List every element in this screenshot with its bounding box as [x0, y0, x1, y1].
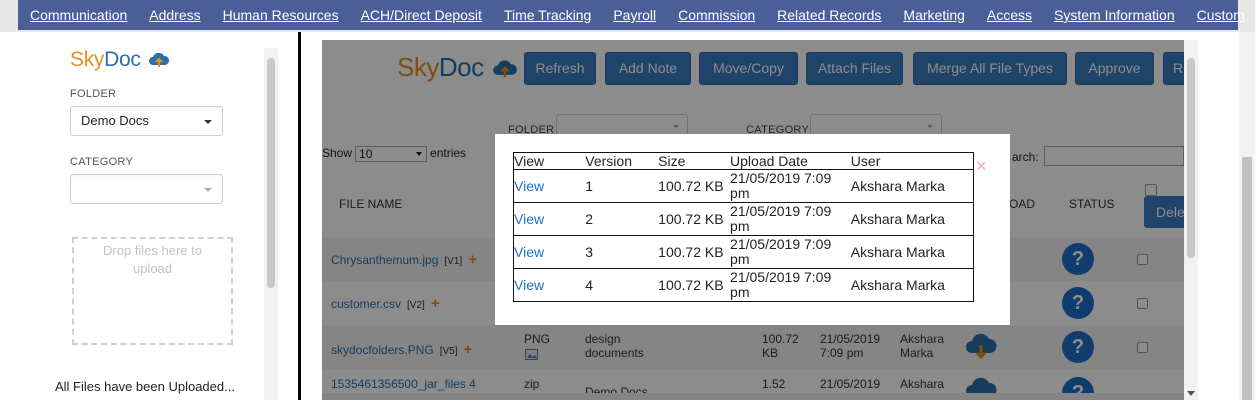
nav-access[interactable]: Access [976, 0, 1043, 30]
nav-system-information[interactable]: System Information [1043, 0, 1186, 30]
version-cell: 1 [585, 169, 659, 203]
folder-label: FOLDER [70, 88, 117, 100]
size-cell: 100.72 KB [658, 268, 731, 302]
upload-date-cell: 21/05/2019 7:09 pm [730, 235, 851, 269]
col-header-size: Size [658, 152, 731, 170]
upload-date-cell: 21/05/2019 7:09 pm [730, 202, 851, 236]
upload-date-cell: 21/05/2019 7:09 pm [730, 169, 851, 203]
col-header-upload-date: Upload Date [730, 152, 851, 170]
page-scrollbar[interactable] [1239, 32, 1255, 400]
cloud-upload-icon [149, 53, 170, 68]
logo-doc-text: Doc [104, 48, 141, 71]
top-nav: Communication Address Human Resources AC… [0, 0, 1255, 32]
version-row: View 4 100.72 KB 21/05/2019 7:09 pm Aksh… [513, 268, 974, 302]
upload-date-cell: 21/05/2019 7:09 pm [730, 268, 851, 302]
view-link[interactable]: View [514, 244, 544, 260]
view-link[interactable]: View [514, 178, 544, 194]
category-label: CATEGORY [70, 156, 134, 168]
upload-panel: SkyDoc FOLDER Demo Docs CATEGORY Drop fi… [55, 40, 280, 400]
nav-custom[interactable]: Custom [1186, 0, 1255, 30]
version-row: View 1 100.72 KB 21/05/2019 7:09 pm Aksh… [513, 169, 974, 203]
panel-divider [298, 32, 301, 400]
nav-commission[interactable]: Commission [667, 0, 766, 30]
version-row: View 3 100.72 KB 21/05/2019 7:09 pm Aksh… [513, 235, 974, 269]
skydoc-logo: SkyDoc [70, 48, 170, 72]
logo-sky-text: Sky [70, 48, 105, 71]
nav-payroll[interactable]: Payroll [602, 0, 667, 30]
left-scrollbar-thumb[interactable] [267, 58, 275, 288]
version-cell: 2 [585, 202, 659, 236]
top-nav-bar: Communication Address Human Resources AC… [18, 0, 1245, 30]
nav-communication[interactable]: Communication [18, 0, 138, 30]
version-history-modal: View Version Size Upload Date User View … [495, 134, 1010, 325]
scroll-down-arrow-icon[interactable] [1187, 391, 1195, 396]
user-cell: Akshara Marka [850, 235, 974, 269]
version-table: View Version Size Upload Date User View … [513, 152, 974, 302]
folder-select[interactable]: Demo Docs [70, 106, 223, 136]
category-select[interactable] [70, 174, 223, 204]
file-dropzone[interactable]: Drop files here to upload [72, 237, 233, 345]
chevron-down-icon [204, 120, 212, 124]
page-scrollbar-thumb[interactable] [1242, 157, 1252, 400]
document-panel-scrollbar[interactable] [1184, 40, 1198, 400]
nav-address[interactable]: Address [138, 0, 211, 30]
size-cell: 100.72 KB [658, 202, 731, 236]
folder-select-value: Demo Docs [81, 113, 149, 128]
user-cell: Akshara Marka [850, 202, 974, 236]
nav-ach-direct-deposit[interactable]: ACH/Direct Deposit [350, 0, 493, 30]
col-header-version: Version [585, 152, 659, 170]
size-cell: 100.72 KB [658, 169, 731, 203]
col-header-view: View [513, 152, 586, 170]
nav-time-tracking[interactable]: Time Tracking [493, 0, 602, 30]
size-cell: 100.72 KB [658, 235, 731, 269]
nav-related-records[interactable]: Related Records [766, 0, 892, 30]
upload-status-message: All Files have been Uploaded... [55, 379, 235, 394]
view-link[interactable]: View [514, 211, 544, 227]
nav-marketing[interactable]: Marketing [892, 0, 975, 30]
scrollbar-thumb[interactable] [1187, 58, 1195, 258]
chevron-down-icon [204, 188, 212, 192]
close-icon[interactable]: × [976, 156, 987, 177]
user-cell: Akshara Marka [850, 268, 974, 302]
version-cell: 4 [585, 268, 659, 302]
view-link[interactable]: View [514, 277, 544, 293]
nav-human-resources[interactable]: Human Resources [212, 0, 350, 30]
version-table-header: View Version Size Upload Date User [513, 152, 974, 170]
user-cell: Akshara Marka [850, 169, 974, 203]
col-header-user: User [850, 152, 974, 170]
version-row: View 2 100.72 KB 21/05/2019 7:09 pm Aksh… [513, 202, 974, 236]
left-scrollbar[interactable] [264, 48, 278, 400]
version-cell: 3 [585, 235, 659, 269]
